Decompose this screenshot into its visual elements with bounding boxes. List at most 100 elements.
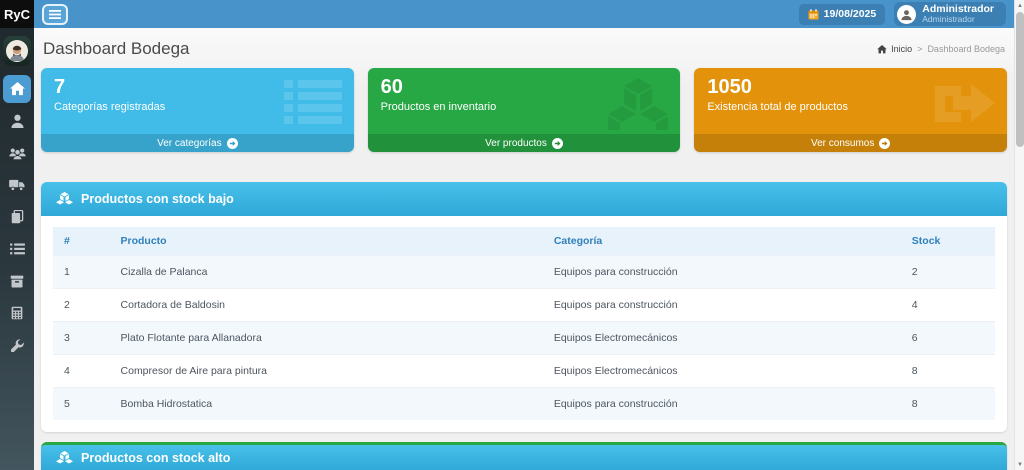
table-row: 4Compresor de Aire para pinturaEquipos E… xyxy=(53,355,995,388)
sidebar-toggle-button[interactable] xyxy=(42,4,68,25)
person-photo-icon xyxy=(900,8,913,21)
view-products-label: Ver productos xyxy=(485,138,547,149)
column-header-stock: Stock xyxy=(901,227,995,256)
copy-pages-icon xyxy=(11,210,24,224)
table-cell: 4 xyxy=(901,289,995,322)
face-icon xyxy=(7,41,27,61)
sidebar-item-list[interactable] xyxy=(3,235,31,263)
user-texts: Administrador Administrador xyxy=(922,4,994,24)
table-head: # Producto Categoría Stock xyxy=(53,227,995,256)
stat-card-stock-total: 1050 Existencia total de productos Ver c… xyxy=(694,68,1007,152)
products-count: 60 xyxy=(381,75,668,99)
stat-card-body: 7 Categorías registradas xyxy=(41,68,354,120)
column-header-num: # xyxy=(53,227,110,256)
person-icon xyxy=(11,114,24,128)
low-stock-panel-header: Productos con stock bajo xyxy=(41,182,1007,216)
arrow-circle-right-icon xyxy=(879,138,890,149)
high-stock-panel-header: Productos con stock alto xyxy=(41,445,1007,470)
table-body: 1Cizalla de PalancaEquipos para construc… xyxy=(53,256,995,421)
user-role: Administrador xyxy=(922,15,994,24)
breadcrumb-current: Dashboard Bodega xyxy=(927,44,1005,54)
current-date: 19/08/2025 xyxy=(824,8,877,20)
scrollbar-thumb[interactable] xyxy=(1016,12,1024,147)
page-title: Dashboard Bodega xyxy=(43,39,190,59)
table-cell: 1 xyxy=(53,256,110,289)
table-cell: 8 xyxy=(901,388,995,421)
scrollbar-down-arrow[interactable]: ▼ xyxy=(1015,459,1024,470)
stat-card-body: 1050 Existencia total de productos xyxy=(694,68,1007,120)
main-content: Dashboard Bodega Inicio > Dashboard Bode… xyxy=(34,28,1014,470)
home-icon xyxy=(877,45,887,54)
table-row: 5Bomba HidrostaticaEquipos para construc… xyxy=(53,388,995,421)
view-consumptions-label: Ver consumos xyxy=(811,138,874,149)
sidebar-item-truck[interactable] xyxy=(3,171,31,199)
low-stock-panel: Productos con stock bajo # Producto Cate… xyxy=(41,182,1007,432)
user-menu[interactable]: Administrador Administrador xyxy=(894,2,1006,26)
arrow-circle-right-icon xyxy=(552,138,563,149)
sidebar-item-calculator[interactable] xyxy=(3,299,31,327)
low-stock-panel-body: # Producto Categoría Stock 1Cizalla de P… xyxy=(41,216,1007,432)
categories-count: 7 xyxy=(54,75,341,99)
table-cell: 6 xyxy=(901,322,995,355)
table-row: 2Cortadora de BaldosinEquipos para const… xyxy=(53,289,995,322)
table-cell: Equipos para construcción xyxy=(543,289,901,322)
high-stock-panel-title: Productos con stock alto xyxy=(81,451,230,465)
app-logo[interactable]: RyC xyxy=(0,0,34,28)
sidebar-item-tools[interactable] xyxy=(3,331,31,359)
stat-card-categories: 7 Categorías registradas Ver categorías xyxy=(41,68,354,152)
view-consumptions-link[interactable]: Ver consumos xyxy=(694,134,1007,152)
sidebar-item-archive-box[interactable] xyxy=(3,267,31,295)
calendar-icon xyxy=(808,9,819,20)
table-cell: 3 xyxy=(53,322,110,355)
top-navbar: 19/08/2025 Administrador Administrador xyxy=(34,0,1014,28)
table-cell: Equipos Electromecánicos xyxy=(543,322,901,355)
stock-total-count: 1050 xyxy=(707,75,994,99)
breadcrumb-home-link[interactable]: Inicio xyxy=(877,44,912,54)
table-cell: Compresor de Aire para pintura xyxy=(110,355,543,388)
low-stock-table: # Producto Categoría Stock 1Cizalla de P… xyxy=(53,227,995,420)
breadcrumb-home-label: Inicio xyxy=(891,44,912,54)
view-categories-label: Ver categorías xyxy=(157,138,221,149)
hamburger-icon xyxy=(49,10,61,19)
sidebar-item-user[interactable] xyxy=(3,107,31,135)
table-row: 3Plato Flotante para AllanadoraEquipos E… xyxy=(53,322,995,355)
table-cell: Equipos para construcción xyxy=(543,256,901,289)
stock-total-label: Existencia total de productos xyxy=(707,101,994,113)
column-header-product: Producto xyxy=(110,227,543,256)
table-cell: 2 xyxy=(53,289,110,322)
date-badge[interactable]: 19/08/2025 xyxy=(799,4,886,25)
column-header-category: Categoría xyxy=(543,227,901,256)
arrow-circle-right-icon xyxy=(227,138,238,149)
table-cell: Cizalla de Palanca xyxy=(110,256,543,289)
sidebar-item-copy-pages[interactable] xyxy=(3,203,31,231)
table-cell: 2 xyxy=(901,256,995,289)
view-categories-link[interactable]: Ver categorías xyxy=(41,134,354,152)
archive-box-icon xyxy=(10,275,24,288)
sidebar-item-home[interactable] xyxy=(3,75,31,103)
home-icon xyxy=(10,82,25,96)
page-scrollbar[interactable]: ▲ ▼ xyxy=(1014,0,1024,470)
scrollbar-up-arrow[interactable]: ▲ xyxy=(1015,0,1024,11)
navbar-right-group: 19/08/2025 Administrador Administrador xyxy=(799,2,1006,26)
view-products-link[interactable]: Ver productos xyxy=(368,134,681,152)
categories-label: Categorías registradas xyxy=(54,101,341,113)
list-icon xyxy=(10,243,25,255)
stat-card-body: 60 Productos en inventario xyxy=(368,68,681,120)
sidebar-item-users-group[interactable] xyxy=(3,139,31,167)
user-avatar xyxy=(897,5,916,24)
wrench-icon xyxy=(11,339,24,352)
breadcrumb-separator: > xyxy=(917,44,922,54)
cubes-icon xyxy=(56,451,73,465)
stat-card-products: 60 Productos en inventario Ver productos xyxy=(368,68,681,152)
table-cell: 5 xyxy=(53,388,110,421)
stat-cards-row: 7 Categorías registradas Ver categorías xyxy=(41,68,1007,152)
sidebar-profile-avatar[interactable] xyxy=(3,36,31,66)
table-row: 1Cizalla de PalancaEquipos para construc… xyxy=(53,256,995,289)
profile-photo xyxy=(6,40,28,62)
cubes-icon xyxy=(56,192,73,206)
table-cell: 8 xyxy=(901,355,995,388)
products-label: Productos en inventario xyxy=(381,101,668,113)
table-cell: Equipos Electromecánicos xyxy=(543,355,901,388)
table-cell: Cortadora de Baldosin xyxy=(110,289,543,322)
sidebar xyxy=(0,28,34,470)
